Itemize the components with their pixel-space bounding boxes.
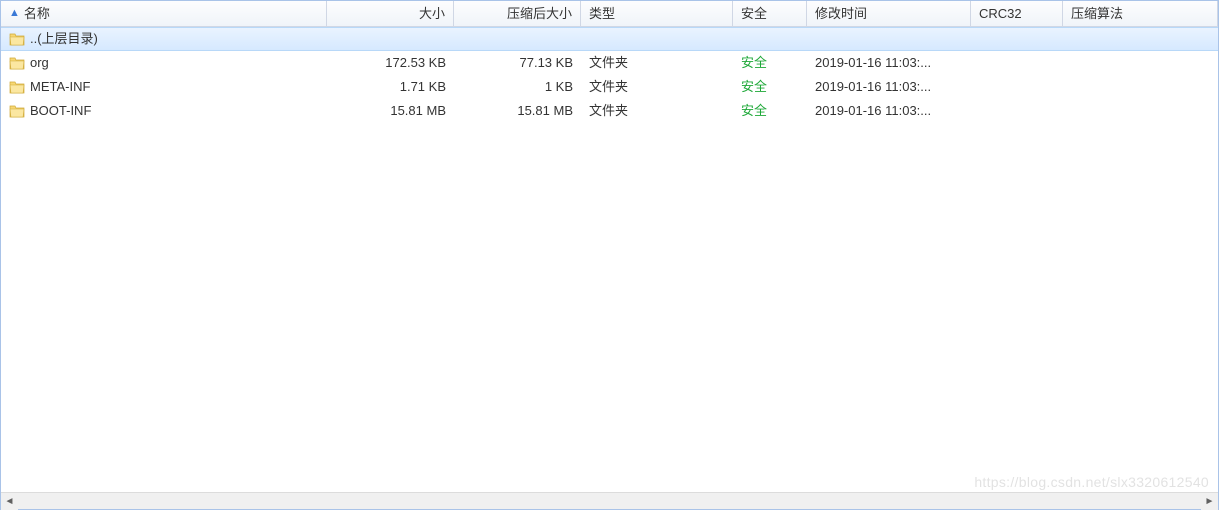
cell-algorithm [1063, 51, 1218, 75]
cell-size: 1.71 KB [327, 75, 454, 99]
file-name: org [30, 51, 49, 75]
cell-security: 安全 [733, 51, 807, 75]
cell-modified: 2019-01-16 11:03:... [807, 75, 971, 99]
column-header-compressed[interactable]: 压缩后大小 [454, 1, 581, 26]
cell-crc [971, 51, 1063, 75]
scroll-right-button[interactable]: ► [1201, 493, 1218, 510]
folder-icon [9, 80, 25, 94]
cell-size: 172.53 KB [327, 51, 454, 75]
cell-name: META-INF [1, 75, 327, 99]
cell-type: 文件夹 [581, 75, 733, 99]
parent-directory-row[interactable]: ..(上层目录) [1, 27, 1218, 51]
file-name: META-INF [30, 75, 90, 99]
cell-compressed: 1 KB [454, 75, 581, 99]
column-header-name[interactable]: ▲ 名称 [1, 1, 327, 26]
cell-size: 15.81 MB [327, 99, 454, 123]
cell-name: org [1, 51, 327, 75]
chevron-left-icon: ◄ [5, 496, 15, 507]
chevron-right-icon: ► [1205, 496, 1215, 507]
table-row[interactable]: BOOT-INF 15.81 MB 15.81 MB 文件夹 安全 2019-0… [1, 99, 1218, 123]
column-header-crc[interactable]: CRC32 [971, 1, 1063, 26]
table-row[interactable]: META-INF 1.71 KB 1 KB 文件夹 安全 2019-01-16 … [1, 75, 1218, 99]
horizontal-scrollbar[interactable]: ◄ ► [1, 492, 1218, 509]
cell-algorithm [1063, 99, 1218, 123]
cell-algorithm [1063, 75, 1218, 99]
cell-type: 文件夹 [581, 99, 733, 123]
parent-dir-cell: ..(上层目录) [1, 28, 327, 50]
column-header-security[interactable]: 安全 [733, 1, 807, 26]
sort-asc-icon: ▲ [9, 8, 20, 19]
cell-compressed: 15.81 MB [454, 99, 581, 123]
column-header-modified[interactable]: 修改时间 [807, 1, 971, 26]
cell-security: 安全 [733, 75, 807, 99]
file-list-panel: ▲ 名称 大小 压缩后大小 类型 安全 修改时间 CRC32 压缩算法 ..(上… [0, 0, 1219, 510]
file-name: BOOT-INF [30, 99, 91, 123]
scroll-left-button[interactable]: ◄ [1, 493, 18, 510]
cell-modified: 2019-01-16 11:03:... [807, 51, 971, 75]
cell-crc [971, 75, 1063, 99]
column-header-type[interactable]: 类型 [581, 1, 733, 26]
folder-icon [9, 104, 25, 118]
column-header-row: ▲ 名称 大小 压缩后大小 类型 安全 修改时间 CRC32 压缩算法 [1, 1, 1218, 27]
cell-name: BOOT-INF [1, 99, 327, 123]
file-list-body: ..(上层目录) org 172.53 KB 77.13 KB [1, 27, 1218, 492]
table-row[interactable]: org 172.53 KB 77.13 KB 文件夹 安全 2019-01-16… [1, 51, 1218, 75]
folder-icon [9, 56, 25, 70]
cell-compressed: 77.13 KB [454, 51, 581, 75]
column-label-name: 名称 [24, 1, 50, 26]
scroll-track[interactable] [18, 493, 1201, 509]
cell-crc [971, 99, 1063, 123]
column-header-algorithm[interactable]: 压缩算法 [1063, 1, 1218, 26]
parent-dir-label: ..(上层目录) [30, 28, 98, 50]
cell-type: 文件夹 [581, 51, 733, 75]
column-header-size[interactable]: 大小 [327, 1, 454, 26]
cell-modified: 2019-01-16 11:03:... [807, 99, 971, 123]
cell-security: 安全 [733, 99, 807, 123]
folder-icon [9, 32, 25, 46]
